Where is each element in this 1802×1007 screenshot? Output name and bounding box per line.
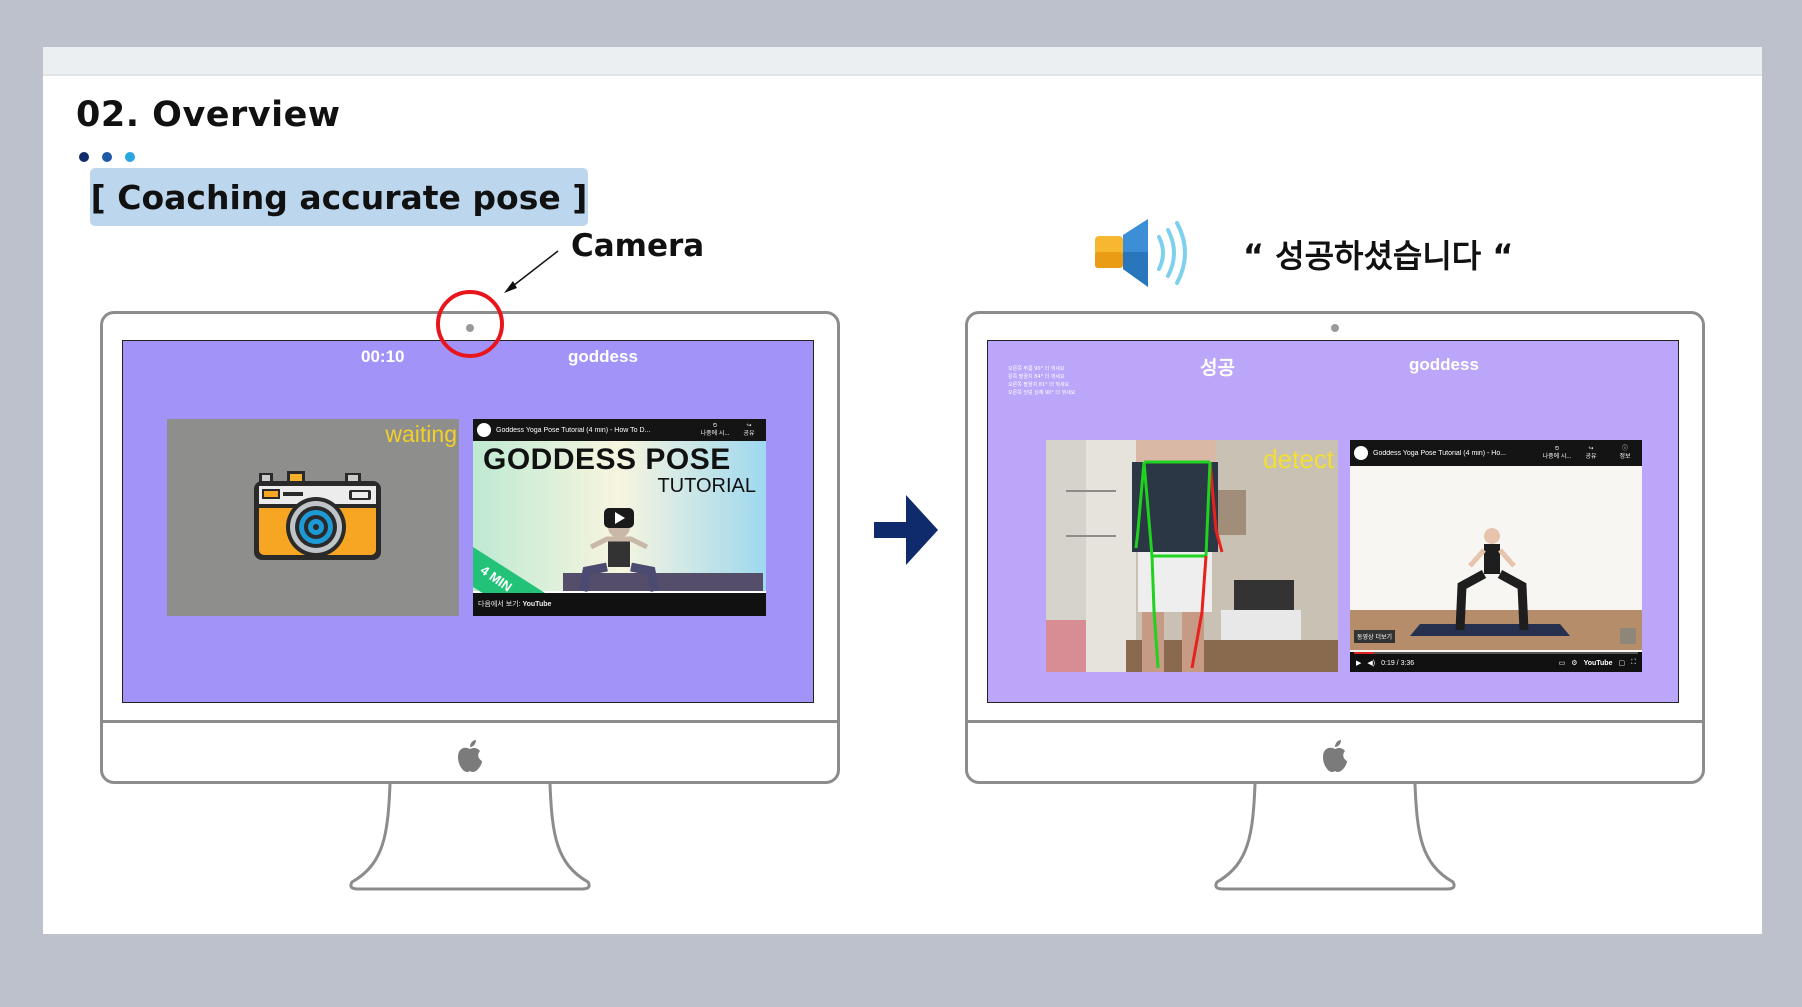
play-icon[interactable]: ▶ — [1356, 659, 1361, 667]
subtitles-icon[interactable]: ▭ — [1559, 659, 1566, 667]
time-display: 0:19 / 3:36 — [1381, 659, 1415, 667]
share-button[interactable]: ↪ 공유 — [1574, 445, 1608, 461]
fullscreen-icon[interactable]: ⛶ — [1631, 659, 1636, 667]
share-label: 공유 — [743, 431, 755, 437]
volume-icon[interactable]: ◀) — [1367, 659, 1375, 667]
watch-later-button[interactable]: ⏲ 나중에 시... — [698, 422, 732, 438]
feedback-line: 오른쪽 팔꿈치 81° 더 꺾세요 — [1008, 382, 1070, 388]
monitor-chin-divider — [100, 720, 840, 723]
status-text: 성공 — [1200, 357, 1235, 379]
video-title[interactable]: Goddess Yoga Pose Tutorial (4 min) - How… — [496, 427, 698, 434]
monitor-stand — [349, 784, 591, 891]
channel-logo-icon — [1354, 446, 1368, 460]
share-button[interactable]: ↪ 공유 — [732, 422, 766, 438]
monitor-stand — [1214, 784, 1456, 891]
info-icon: ⓘ — [1621, 446, 1628, 452]
slide: 02. Overview [ Coaching accurate pose ] … — [43, 47, 1762, 934]
feedback-line: 오른쪽 무릎 90° 더 꺾세요 — [1008, 366, 1065, 372]
apple-logo-icon — [1323, 740, 1347, 772]
speaker-icon — [1095, 219, 1187, 287]
info-label: 정보 — [1619, 454, 1631, 460]
pose-name: goddess — [568, 347, 638, 366]
screen-right: 오른쪽 무릎 90° 더 꺾세요 왼쪽 팔꿈치 84° 더 꺾세요 오른쪽 팔꿈… — [987, 340, 1679, 703]
page-title: 02. Overview — [76, 95, 341, 135]
watch-later-label: 나중에 시... — [700, 431, 730, 437]
share-label: 공유 — [1585, 454, 1597, 460]
video-title-bar: Goddess Yoga Pose Tutorial (4 min) - How… — [473, 419, 766, 441]
dot-1 — [79, 152, 89, 162]
video-title[interactable]: Goddess Yoga Pose Tutorial (4 min) - Ho.… — [1373, 450, 1540, 457]
section-subtitle: [ Coaching accurate pose ] — [90, 168, 588, 226]
camera-pointer-line — [508, 250, 559, 290]
clock-icon: ⏲ — [712, 423, 718, 429]
channel-logo-icon — [477, 423, 491, 437]
settings-icon[interactable]: ⚙ — [1571, 659, 1577, 667]
more-videos-button[interactable]: 동영상 더보기 — [1354, 630, 1396, 643]
dot-2 — [102, 152, 112, 162]
watch-later-label: 나중에 시... — [1542, 454, 1572, 460]
video-footer: 다음에서 보기: YouTube — [478, 599, 551, 609]
detect-label: detect — [1263, 444, 1334, 474]
transition-arrow-icon — [874, 495, 938, 565]
webcam-dot — [466, 324, 474, 332]
camera-pointer-arrowhead — [504, 281, 517, 293]
apple-logo-icon — [458, 740, 482, 772]
feedback-list: 오른쪽 무릎 90° 더 꺾세요 왼쪽 팔꿈치 84° 더 꺾세요 오른쪽 팔꿈… — [1008, 365, 1075, 397]
status-label: waiting — [385, 421, 457, 447]
clock-icon: ⏲ — [1554, 446, 1560, 452]
feedback-line: 오른쪽 엉덩 상체 90° 더 꺾세요 — [1008, 390, 1076, 396]
camera-icon — [254, 471, 381, 560]
tutorial-video[interactable]: Goddess Yoga Pose Tutorial (4 min) - How… — [473, 419, 766, 616]
speech-text: “ 성공하셨습니다 “ — [1243, 237, 1514, 275]
tutorial-video[interactable]: Goddess Yoga Pose Tutorial (4 min) - Ho.… — [1350, 440, 1642, 672]
watch-later-button[interactable]: ⏲ 나중에 시... — [1540, 445, 1574, 461]
webcam-dot — [1331, 324, 1339, 332]
video-headline: GODDESS POSE — [483, 443, 731, 476]
video-controls: ▶ ◀) 0:19 / 3:36 ▭ ⚙ YouTube ▢ ⛶ — [1356, 656, 1636, 670]
share-icon: ↪ — [1588, 446, 1594, 452]
webcam-panel: detect — [1046, 440, 1338, 672]
video-footer-label: 다음에서 보기: — [478, 601, 521, 608]
youtube-logo[interactable]: YouTube — [1584, 660, 1613, 667]
info-button[interactable]: ⓘ 정보 — [1608, 445, 1642, 461]
youtube-logo[interactable]: YouTube — [522, 601, 551, 608]
camera-label: Camera — [571, 228, 705, 264]
cast-icon[interactable]: ▢ — [1618, 659, 1625, 667]
share-icon: ↪ — [746, 423, 752, 429]
feedback-line: 왼쪽 팔꿈치 84° 더 꺾세요 — [1008, 374, 1065, 380]
video-title-bar: Goddess Yoga Pose Tutorial (4 min) - Ho.… — [1350, 440, 1642, 466]
video-subheadline: TUTORIAL — [657, 475, 756, 497]
monitor-chin-divider — [965, 720, 1705, 723]
webcam-panel: waiting — [167, 419, 459, 616]
pose-name: goddess — [1409, 355, 1479, 374]
timer: 00:10 — [361, 347, 405, 366]
slide-top-bar — [43, 47, 1762, 76]
screen-left: 00:10 goddess waiting Goddess Yoga Pose … — [122, 340, 814, 703]
dot-3 — [125, 152, 135, 162]
